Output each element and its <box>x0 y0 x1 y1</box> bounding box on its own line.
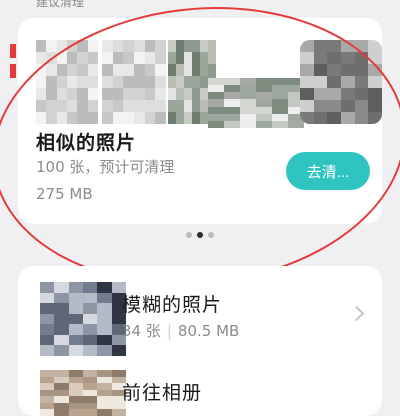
blurry-photos-size: 80.5 MB <box>177 322 240 340</box>
go-to-album-row[interactable]: 前往相册 <box>18 366 382 416</box>
page-indicator <box>0 232 400 238</box>
section-title: 建议清理 <box>36 0 85 9</box>
blurry-photos-row[interactable]: 模糊的照片 34 张 | 80.5 MB <box>18 280 382 364</box>
red-annotation-mark <box>10 44 16 58</box>
page-dot <box>186 232 192 238</box>
blurry-photos-meta: 34 张 | 80.5 MB <box>122 320 239 341</box>
page-dot-active <box>197 232 203 238</box>
page-dot <box>208 232 214 238</box>
similar-photos-size: 275 MB <box>36 185 93 203</box>
similar-photos-count: 100 张，预计可清理 <box>36 158 175 176</box>
similar-photo-thumbnail[interactable] <box>300 40 382 124</box>
album-thumbnail <box>40 370 126 416</box>
go-to-album-title: 前往相册 <box>122 382 203 404</box>
blurry-photos-count: 34 张 <box>122 322 161 340</box>
meta-divider: | <box>166 322 172 340</box>
similar-photos-title: 相似的照片 <box>36 132 137 154</box>
chevron-right-icon <box>348 305 365 322</box>
similar-photos-card[interactable]: 相似的照片 100 张，预计可清理 275 MB 去清... <box>18 18 382 224</box>
go-clean-button[interactable]: 去清... <box>286 152 370 190</box>
similar-photo-thumbnail[interactable] <box>36 40 98 124</box>
blurry-photos-title: 模糊的照片 <box>122 294 223 316</box>
blurry-photo-thumbnail <box>40 282 126 356</box>
similar-photo-thumbnail[interactable] <box>102 40 166 124</box>
red-annotation-mark <box>10 64 16 78</box>
similar-photo-thumbnail[interactable] <box>208 78 304 128</box>
